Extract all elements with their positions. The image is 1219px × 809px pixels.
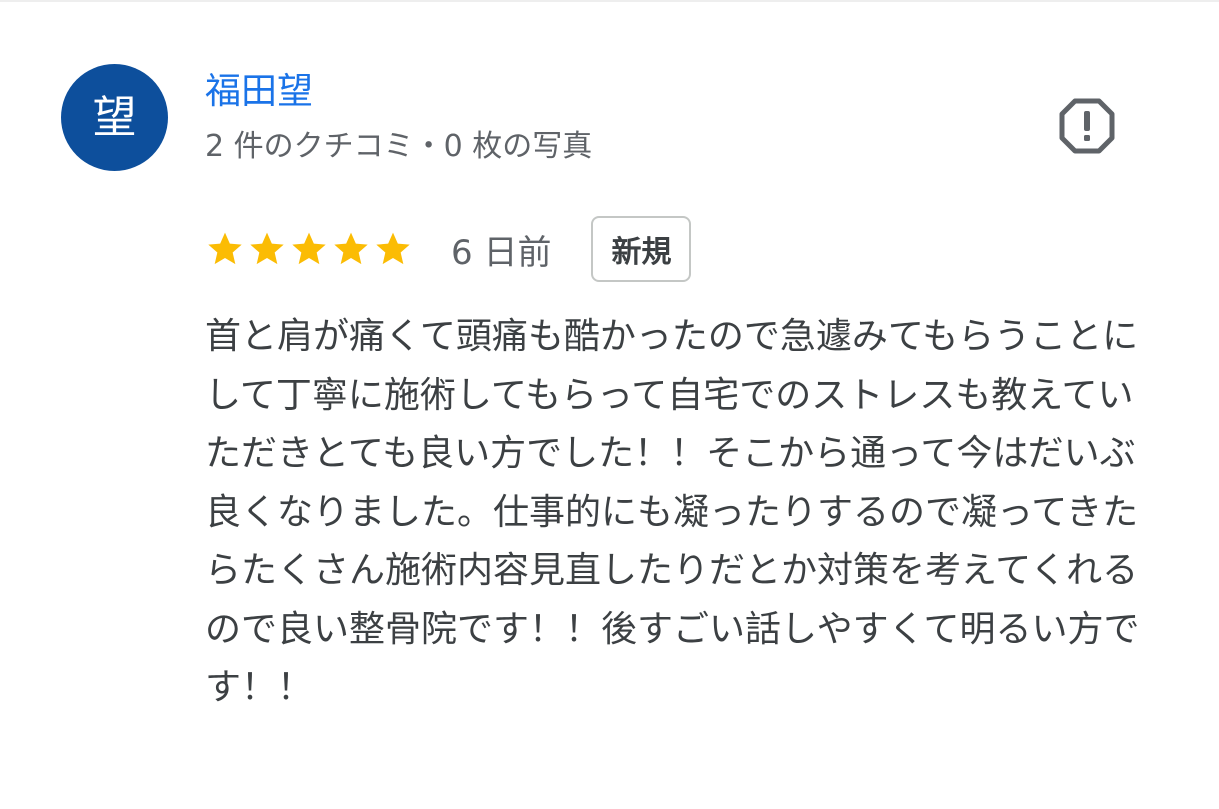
star-icon	[250, 232, 284, 265]
reviewer-name[interactable]: 福田望	[205, 68, 313, 116]
new-badge: 新規	[591, 216, 692, 282]
star-icon	[292, 232, 326, 265]
star-icon	[208, 232, 242, 265]
reviewer-stats: 2 件のクチコミ・0 枚の写真	[205, 129, 593, 164]
report-octagon-icon[interactable]	[1056, 95, 1118, 157]
star-icon	[334, 232, 368, 265]
star-rating	[205, 229, 413, 269]
review-text: 首と肩が痛くて頭痛も酷かったので急遽みてもらうことにして丁寧に施術してもらって自…	[205, 316, 1140, 708]
review-card: 望 福田望 2 件のクチコミ・0 枚の写真 6 日前 新規 首と肩が痛くて頭痛も…	[0, 0, 1219, 809]
avatar[interactable]: 望	[61, 64, 168, 171]
review-date: 6 日前	[451, 232, 552, 273]
star-icon	[376, 232, 410, 265]
rating-row: 6 日前 新規	[205, 214, 692, 284]
